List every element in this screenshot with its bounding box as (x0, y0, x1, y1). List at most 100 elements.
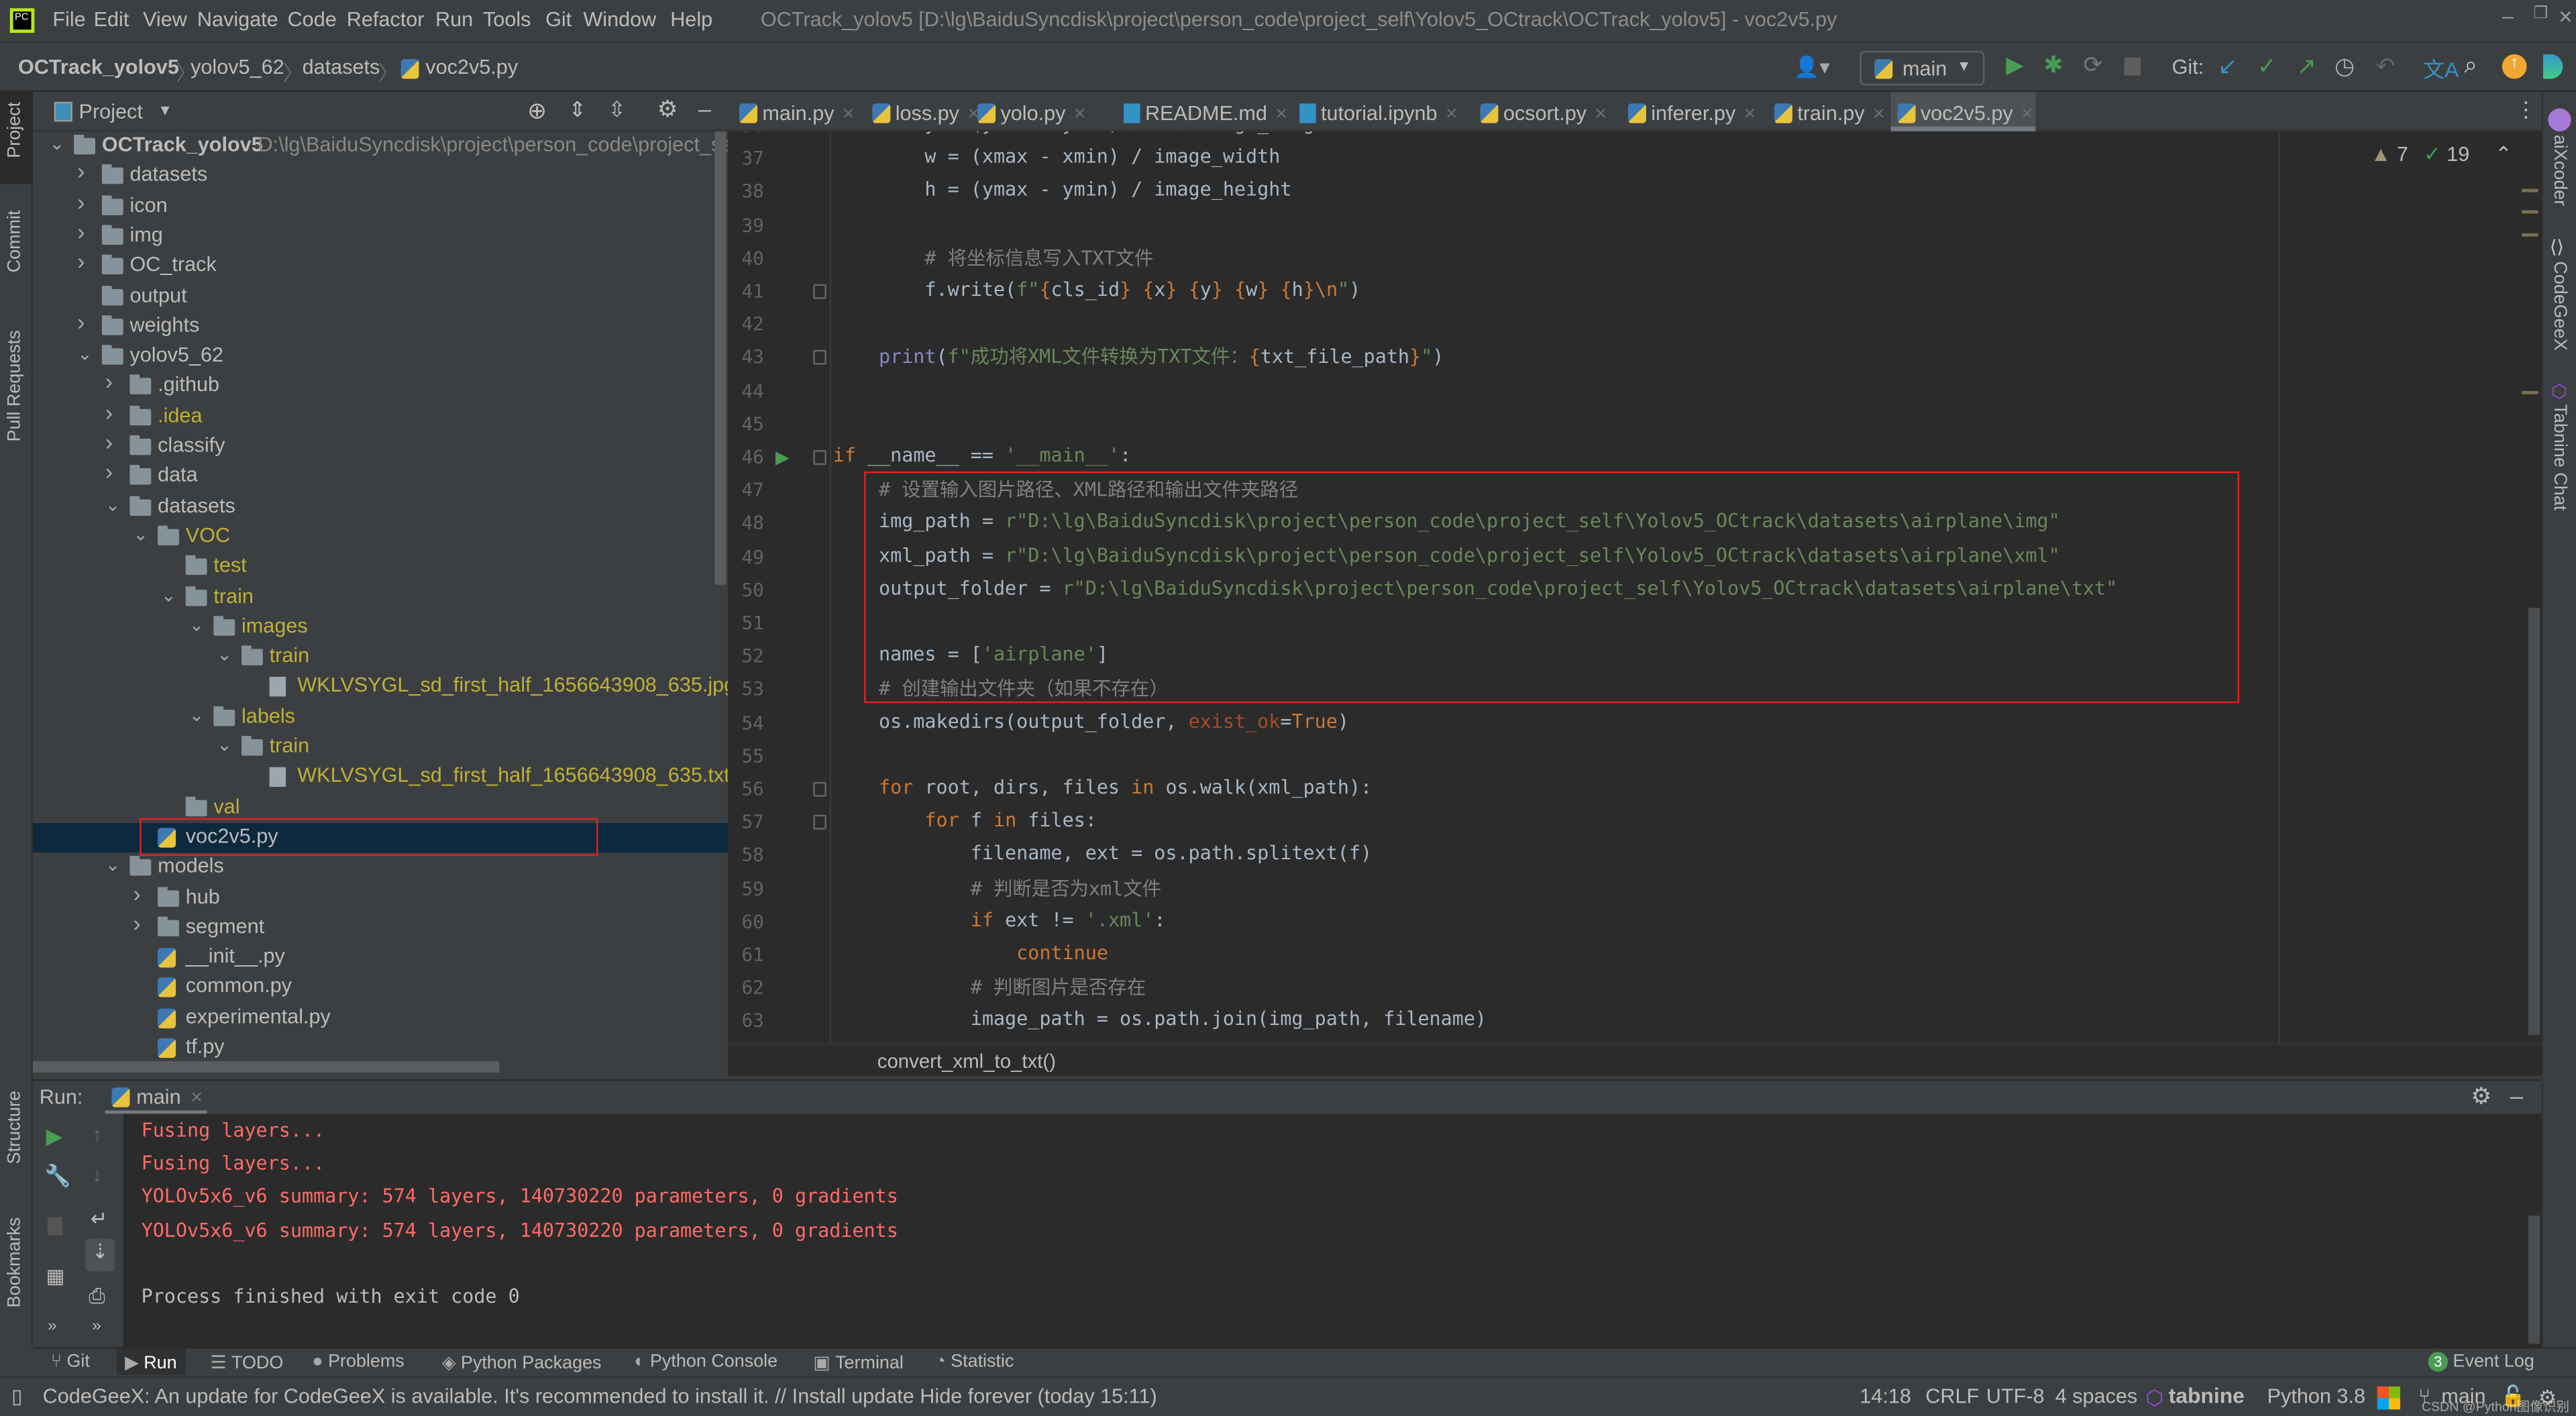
hide-panel-icon[interactable]: – (2510, 1083, 2523, 1109)
tree-item[interactable]: output (33, 282, 728, 312)
close-tab-icon[interactable]: × (2021, 102, 2033, 125)
chevron-down-icon[interactable]: ⌄ (189, 614, 205, 635)
tool-bookmarks[interactable]: Bookmarks (5, 1217, 24, 1308)
indent-setting[interactable]: 4 spaces (2055, 1385, 2138, 1408)
more-icon[interactable]: » (48, 1317, 57, 1336)
run-gutter-icon[interactable]: ▶ (775, 447, 790, 468)
breadcrumb-project[interactable]: OCTrack_yolov5 (18, 56, 179, 78)
run-console[interactable]: Fusing layers... Fusing layers... YOLOv5x6… (123, 1113, 2542, 1348)
tab-README-md[interactable]: README.md × (1117, 92, 1288, 131)
tool-pull-requests[interactable]: Pull Requests (5, 330, 24, 441)
file-encoding[interactable]: UTF-8 (1986, 1385, 2045, 1408)
down-arrow-icon[interactable]: ↓ (92, 1163, 102, 1186)
tree-item[interactable]: ⌄ yolov5_62 (33, 342, 728, 372)
close-tab-icon[interactable]: × (1595, 102, 1607, 125)
up-arrow-icon[interactable]: ↑ (92, 1124, 102, 1146)
breadcrumb-file[interactable]: voc2v5.py (425, 56, 518, 78)
tool-window-terminal[interactable]: ▣ Terminal (805, 1352, 912, 1373)
run-config-dropdown[interactable]: main ▼ (1860, 50, 1985, 86)
restore-button[interactable]: ❐ (2533, 5, 2548, 23)
next-highlight-icon[interactable]: ⌄ (2538, 143, 2542, 166)
tree-item[interactable]: test (33, 552, 728, 582)
search-icon[interactable]: ⌕ (2464, 51, 2477, 79)
chevron-right-icon[interactable]: › (133, 879, 140, 906)
user-icon[interactable]: 👤▾ (1794, 54, 1829, 80)
chevron-down-icon[interactable]: ⌄ (161, 584, 176, 605)
tool-window-todo[interactable]: ☰ TODO (202, 1352, 291, 1373)
tool-codegeex[interactable]: CodeGeeX (2550, 261, 2569, 350)
menu-git[interactable]: Git (545, 8, 572, 31)
tree-item[interactable]: WKLVSYGL_sd_first_half_1656643908_635.tx… (33, 763, 728, 793)
tree-item[interactable]: › segment (33, 910, 728, 943)
tool-tabnine-chat[interactable]: Tabnine Chat (2550, 404, 2569, 510)
chevron-down-icon[interactable]: ⌄ (77, 343, 93, 365)
more-icon[interactable]: » (92, 1317, 101, 1336)
tree-item[interactable]: › classify (33, 429, 728, 462)
collapse-all-icon[interactable]: ⇳ (608, 97, 626, 123)
wrench-icon[interactable]: 🔧 (44, 1163, 71, 1189)
menu-tools[interactable]: Tools (483, 8, 531, 31)
tree-item[interactable]: › img (33, 218, 728, 252)
chevron-down-icon[interactable]: ▼ (158, 102, 172, 118)
chevron-right-icon[interactable]: › (77, 188, 85, 215)
chevron-right-icon[interactable]: › (105, 398, 113, 425)
tree-item[interactable]: ⌄ VOC (33, 523, 728, 553)
status-message[interactable]: CodeGeeX: An update for CodeGeeX is avai… (43, 1385, 1157, 1408)
locate-icon[interactable]: ⊕ (527, 97, 547, 125)
gear-icon[interactable]: ⚙ (2471, 1083, 2491, 1111)
project-view-dropdown[interactable]: Project (79, 100, 143, 123)
git-update-icon[interactable]: ↙ (2218, 52, 2237, 80)
editor-scrollbar[interactable] (2528, 608, 2540, 1035)
breadcrumb-folder[interactable]: yolov5_62 (191, 56, 284, 78)
console-scrollbar[interactable] (2528, 1215, 2540, 1344)
update-icon[interactable]: ↑ (2502, 54, 2527, 79)
chevron-right-icon[interactable]: › (105, 429, 113, 455)
tool-window-python-packages[interactable]: ◈ Python Packages (434, 1352, 610, 1373)
plugin-icon[interactable] (2543, 54, 2563, 79)
tree-item[interactable]: › data (33, 459, 728, 492)
history-icon[interactable]: ◷ (2334, 52, 2355, 80)
fold-marker-icon[interactable] (813, 284, 826, 299)
chevron-right-icon[interactable]: › (105, 459, 113, 485)
line-separator[interactable]: CRLF (1925, 1385, 1979, 1408)
chevron-down-icon[interactable]: ⌄ (133, 524, 148, 545)
chevron-right-icon[interactable]: › (105, 369, 113, 395)
tree-item[interactable]: common.py (33, 973, 728, 1003)
tree-item[interactable]: ⌄ images (33, 612, 728, 643)
fold-marker-icon[interactable] (813, 781, 826, 797)
chevron-right-icon[interactable]: › (77, 248, 85, 274)
tree-item[interactable]: ⌄ train (33, 643, 728, 673)
git-commit-icon[interactable]: ✓ (2257, 52, 2277, 80)
tool-aixcoder[interactable]: aiXcoder (2550, 135, 2569, 206)
tree-item[interactable]: ⌄ models (33, 853, 728, 883)
minimize-button[interactable]: – (2502, 5, 2514, 28)
tab-tutorial-ipynb[interactable]: tutorial.ipynb × (1293, 92, 1470, 131)
tree-item[interactable]: ⌄ datasets (33, 492, 728, 523)
tree-item[interactable]: ⌄ train (33, 582, 728, 612)
gear-icon[interactable]: ⚙ (657, 95, 678, 123)
tree-item[interactable]: › hub (33, 879, 728, 913)
menu-help[interactable]: Help (670, 8, 712, 31)
close-button[interactable]: ✕ (2558, 7, 2573, 28)
chevron-down-icon[interactable]: ⌄ (189, 704, 205, 725)
stop-icon[interactable] (48, 1217, 63, 1236)
tree-item[interactable]: experimental.py (33, 1003, 728, 1034)
chevron-right-icon[interactable]: › (133, 910, 140, 936)
tool-project[interactable]: Project (5, 102, 24, 158)
tree-item[interactable]: __init__.py (33, 943, 728, 973)
tab-ocsort-py[interactable]: ocsort.py × (1474, 92, 1617, 131)
tool-window-python-console[interactable]: ◐ Python Console (626, 1352, 786, 1372)
event-log-button[interactable]: 3 Event Log (2428, 1352, 2534, 1372)
tab-main-py[interactable]: main.py × (733, 92, 861, 131)
print-icon[interactable]: ⎙ (89, 1285, 105, 1309)
translate-icon[interactable]: 文A (2423, 52, 2459, 84)
run-tab-main[interactable]: main (136, 1086, 180, 1109)
scroll-to-end-icon[interactable]: ⇣ (85, 1238, 115, 1272)
tab-yolo-py[interactable]: yolo.py × (971, 92, 1112, 131)
tree-horizontal-scrollbar[interactable] (32, 1061, 500, 1073)
tab-inferer-py[interactable]: inferer.py × (1621, 92, 1763, 131)
chevron-down-icon[interactable]: ⌄ (217, 644, 232, 665)
tree-item[interactable]: ⌄ labels (33, 702, 728, 732)
code-breadcrumb[interactable]: convert_xml_to_txt() (877, 1050, 1056, 1073)
tab-train-py[interactable]: train.py × (1768, 92, 1886, 131)
